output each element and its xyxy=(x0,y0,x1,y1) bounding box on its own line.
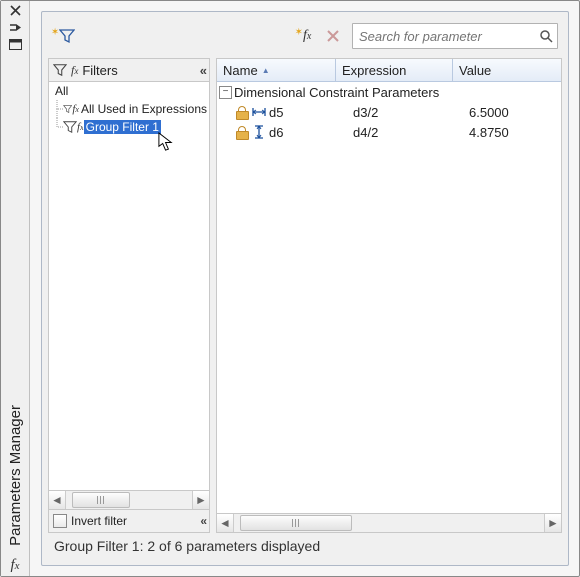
filter-item-group1[interactable]: fx Group Filter 1 xyxy=(49,118,209,136)
filter-item-all[interactable]: All xyxy=(49,82,209,100)
collapse-group-icon[interactable]: − xyxy=(219,86,232,99)
column-name[interactable]: Name▲ xyxy=(217,59,336,81)
column-expression[interactable]: Expression xyxy=(336,59,453,81)
filter-icon xyxy=(53,63,67,77)
cell-expression[interactable]: d4/2 xyxy=(347,125,463,140)
invert-label: Invert filter xyxy=(71,514,127,528)
collapse-icon[interactable]: « xyxy=(200,514,205,528)
filter-item-label: Group Filter 1 xyxy=(84,120,161,134)
status-text: Group Filter 1: 2 of 6 parameters displa… xyxy=(54,538,320,554)
cell-value[interactable]: 6.5000 xyxy=(463,105,561,120)
fx-mini-icon: fx xyxy=(72,103,79,115)
search-icon[interactable] xyxy=(539,29,553,43)
close-icon[interactable] xyxy=(8,3,23,18)
vertical-dim-icon xyxy=(252,126,266,138)
scroll-thumb[interactable] xyxy=(72,492,130,508)
grid-row[interactable]: d6 d4/2 4.8750 xyxy=(217,122,561,142)
new-parameter-button[interactable]: ✶fx xyxy=(292,25,314,47)
grid-row[interactable]: d5 d3/2 6.5000 xyxy=(217,102,561,122)
lock-icon xyxy=(235,106,249,118)
search-field[interactable] xyxy=(352,23,558,49)
menu-icon[interactable] xyxy=(8,37,23,52)
content: fx Filters « All fx All Used in Expressi… xyxy=(48,58,562,533)
filters-header[interactable]: fx Filters « xyxy=(48,58,210,82)
window: Parameters Manager fx ✶ ✶fx xyxy=(0,0,580,577)
filter-item-all-used[interactable]: fx All Used in Expressions xyxy=(49,100,209,118)
cell-value[interactable]: 4.8750 xyxy=(463,125,561,140)
palette-edge: Parameters Manager fx xyxy=(1,1,30,576)
sort-asc-icon: ▲ xyxy=(262,66,270,75)
parameters-grid: Name▲ Expression Value − Dimensional Con… xyxy=(216,58,562,533)
grid-body[interactable]: − Dimensional Constraint Parameters d5 xyxy=(217,82,561,513)
search-input[interactable] xyxy=(357,28,539,45)
collapse-icon[interactable]: « xyxy=(200,63,205,78)
invert-filter-row[interactable]: Invert filter « xyxy=(48,510,210,533)
fx-mini-icon: fx xyxy=(77,121,84,133)
filter-icon xyxy=(63,120,77,134)
new-filter-button[interactable]: ✶ xyxy=(52,25,74,47)
pin-icon[interactable] xyxy=(8,20,23,35)
toolbar: ✶ ✶fx xyxy=(48,18,562,54)
scroll-left-icon[interactable]: ◄ xyxy=(49,491,66,509)
fx-mini-icon: fx xyxy=(71,63,78,78)
column-value[interactable]: Value xyxy=(453,59,561,81)
filters-tree[interactable]: All fx All Used in Expressions fx xyxy=(48,82,210,491)
palette-title: Parameters Manager xyxy=(7,405,24,546)
tree-connector-icon xyxy=(54,100,64,118)
grid-h-scrollbar[interactable]: ◄ ► xyxy=(217,513,561,532)
cell-name[interactable]: d6 xyxy=(217,125,347,140)
panel: ✶ ✶fx xyxy=(41,11,569,566)
horizontal-dim-icon xyxy=(252,106,266,118)
grid-header: Name▲ Expression Value xyxy=(217,59,561,82)
delete-button[interactable] xyxy=(322,25,344,47)
filter-icon xyxy=(63,102,72,116)
invert-checkbox[interactable] xyxy=(53,514,67,528)
group-label: Dimensional Constraint Parameters xyxy=(234,85,439,100)
scroll-thumb[interactable] xyxy=(240,515,352,531)
lock-icon xyxy=(235,126,249,138)
scroll-right-icon[interactable]: ► xyxy=(544,514,561,532)
fx-icon: fx xyxy=(5,557,25,574)
grid-group-row[interactable]: − Dimensional Constraint Parameters xyxy=(217,82,561,102)
status-bar: Group Filter 1: 2 of 6 parameters displa… xyxy=(48,533,562,559)
scroll-left-icon[interactable]: ◄ xyxy=(217,514,234,532)
scroll-right-icon[interactable]: ► xyxy=(192,491,209,509)
tree-connector-icon xyxy=(54,118,64,136)
cell-name[interactable]: d5 xyxy=(217,105,347,120)
cell-expression[interactable]: d3/2 xyxy=(347,105,463,120)
filters-header-label: Filters xyxy=(82,63,117,78)
filters-h-scrollbar[interactable]: ◄ ► xyxy=(48,491,210,510)
filters-panel: fx Filters « All fx All Used in Expressi… xyxy=(48,58,210,533)
